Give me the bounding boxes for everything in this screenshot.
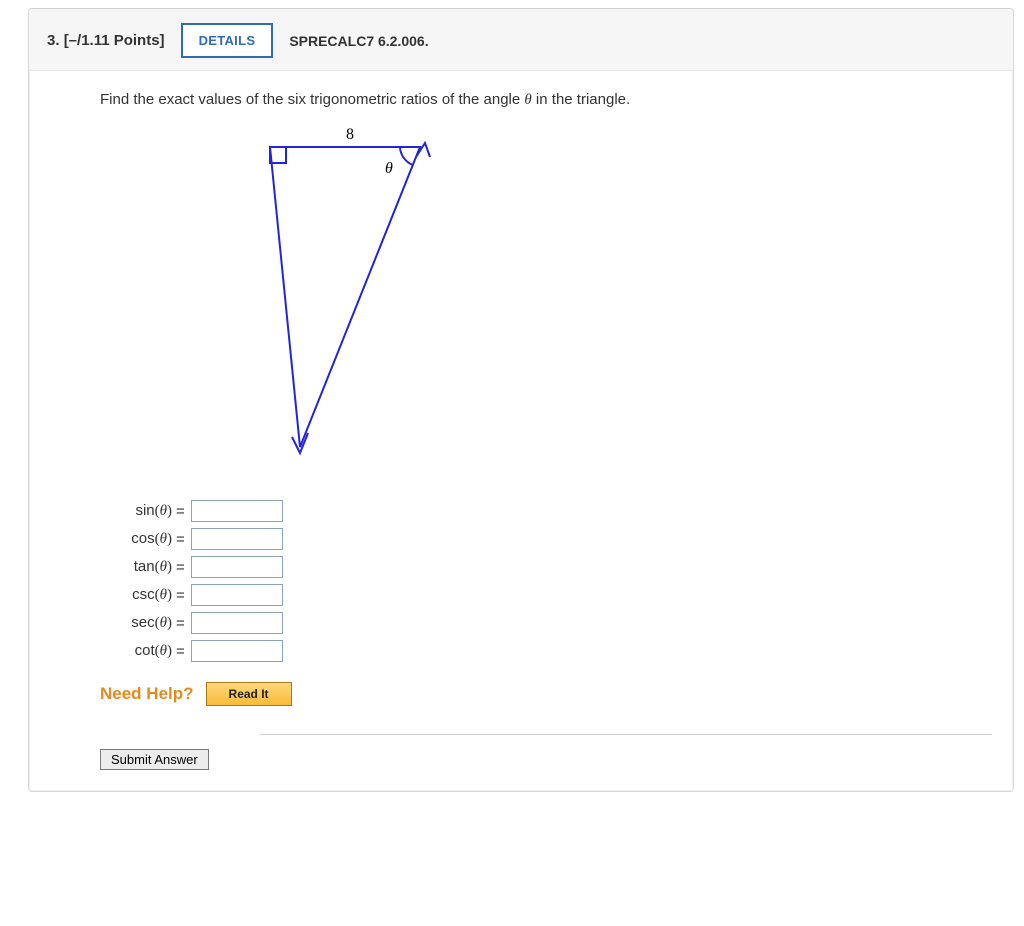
sec-input[interactable] xyxy=(191,612,283,634)
divider xyxy=(260,734,992,735)
answer-row-cot: cot(θ) = xyxy=(100,640,992,662)
submit-answer-button[interactable]: Submit Answer xyxy=(100,749,209,770)
answer-rows: sin(θ) = cos(θ) = tan(θ) = csc(θ) = sec(… xyxy=(100,500,992,662)
triangle-svg: 8 θ 15 xyxy=(260,127,470,457)
answer-row-tan: tan(θ) = xyxy=(100,556,992,578)
question-number: 3. [–/1.11 Points] xyxy=(47,32,165,49)
csc-input[interactable] xyxy=(191,584,283,606)
triangle-figure: 8 θ 15 xyxy=(260,127,992,460)
need-help-row: Need Help? Read It xyxy=(100,682,992,706)
question-body: Find the exact values of the six trigono… xyxy=(29,71,1013,791)
tan-input[interactable] xyxy=(191,556,283,578)
sin-input[interactable] xyxy=(191,500,283,522)
answer-row-sin: sin(θ) = xyxy=(100,500,992,522)
answer-row-sec: sec(θ) = xyxy=(100,612,992,634)
question-source: SPRECALC7 6.2.006. xyxy=(289,33,428,49)
answer-row-csc: csc(θ) = xyxy=(100,584,992,606)
question-header: 3. [–/1.11 Points] DETAILS SPRECALC7 6.2… xyxy=(29,9,1013,71)
figure-angle-label: θ xyxy=(385,160,393,177)
need-help-label: Need Help? xyxy=(100,684,194,704)
question-container: 3. [–/1.11 Points] DETAILS SPRECALC7 6.2… xyxy=(28,8,1014,792)
figure-top-label: 8 xyxy=(346,127,354,143)
read-it-button[interactable]: Read It xyxy=(206,682,292,706)
cot-input[interactable] xyxy=(191,640,283,662)
question-prompt: Find the exact values of the six trigono… xyxy=(100,91,992,109)
details-button[interactable]: DETAILS xyxy=(181,23,274,58)
answer-row-cos: cos(θ) = xyxy=(100,528,992,550)
cos-input[interactable] xyxy=(191,528,283,550)
